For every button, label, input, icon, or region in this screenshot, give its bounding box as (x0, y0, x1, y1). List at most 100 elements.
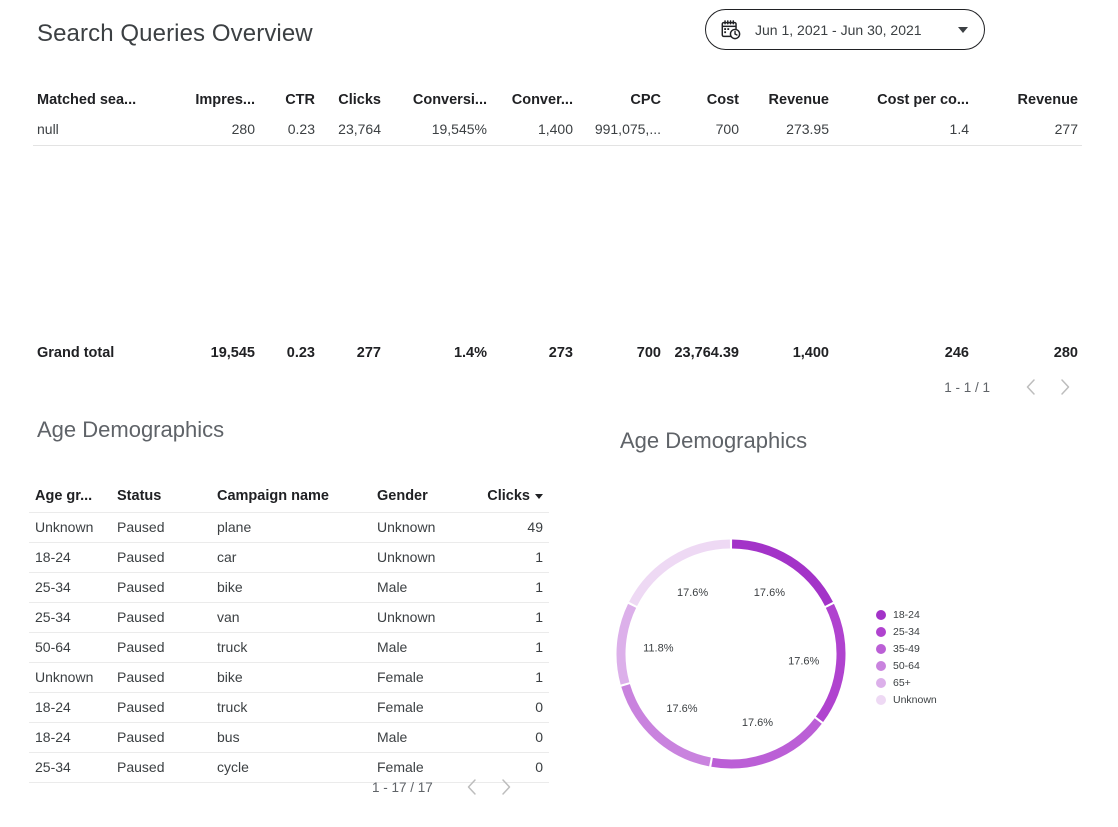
table-row[interactable]: 18-24 Paused bus Male 0 (29, 722, 549, 753)
grand-total-clicks: 277 (356, 345, 381, 361)
column-header-cost-per-conversion[interactable]: Cost per co... (833, 92, 973, 117)
pagination-label: 1 - 17 / 17 (372, 779, 433, 795)
cell-campaign-name: bus (211, 722, 371, 753)
cell-clicks: 0 (475, 722, 549, 753)
table-row[interactable]: 50-64 Paused truck Male 1 (29, 632, 549, 663)
column-header-revenue[interactable]: Revenue (743, 92, 833, 117)
donut-slice-65-[interactable] (616, 603, 637, 685)
column-header-status[interactable]: Status (111, 488, 211, 513)
legend-label: 35-49 (893, 643, 920, 655)
legend-label: Unknown (893, 694, 937, 706)
cell-gender: Female (371, 662, 475, 693)
column-header-matched-search[interactable]: Matched sea... (33, 92, 171, 117)
column-header-clicks-label: Clicks (487, 488, 530, 504)
cell-cost-per-conversion: 1.4 (833, 117, 973, 146)
cell-conversion-rate: 1,400 (491, 117, 577, 146)
date-range-picker[interactable]: Jun 1, 2021 - Jun 30, 2021 (705, 9, 985, 50)
legend-item[interactable]: 35-49 (876, 642, 937, 656)
pagination-label: 1 - 1 / 1 (944, 379, 990, 395)
pagination-prev-button[interactable] (455, 772, 489, 802)
search-queries-table: Matched sea... Impres... CTR Clicks Conv… (33, 92, 1082, 146)
age-demographics-donut-chart: 17.6% 17.6% 17.6% 17.6% 11.8% 17.6% (614, 524, 889, 784)
column-header-impressions[interactable]: Impres... (171, 92, 259, 117)
legend-item[interactable]: 18-24 (876, 608, 937, 622)
donut-slice-label: 17.6% (754, 587, 785, 599)
legend-color-swatch-icon (876, 627, 886, 637)
cell-status: Paused (111, 722, 211, 753)
cell-clicks: 1 (475, 542, 549, 573)
cell-gender: Male (371, 572, 475, 603)
column-header-conversion-rate[interactable]: Conver... (491, 92, 577, 117)
pagination-next-button[interactable] (489, 772, 523, 802)
cell-status: Paused (111, 662, 211, 693)
chevron-right-icon (502, 779, 511, 795)
cell-campaign-name: cycle (211, 752, 371, 783)
donut-slice-labels: 17.6% 17.6% 17.6% 17.6% 11.8% 17.6% (643, 587, 819, 729)
legend-item[interactable]: 25-34 (876, 625, 937, 639)
table-row[interactable]: 18-24 Paused car Unknown 1 (29, 542, 549, 573)
column-header-cost[interactable]: Cost (665, 92, 743, 117)
cell-status: Paused (111, 512, 211, 543)
table-row[interactable]: 25-34 Paused van Unknown 1 (29, 602, 549, 633)
column-header-clicks[interactable]: Clicks (319, 92, 385, 117)
legend-color-swatch-icon (876, 678, 886, 688)
legend-label: 65+ (893, 677, 911, 689)
page-title: Search Queries Overview (37, 20, 313, 47)
column-header-revenue-2[interactable]: Revenue (973, 92, 1082, 117)
cell-status: Paused (111, 632, 211, 663)
cell-age-group: 25-34 (29, 752, 111, 783)
column-header-clicks[interactable]: Clicks (475, 488, 549, 513)
age-demographics-table-title: Age Demographics (37, 417, 225, 442)
column-header-gender[interactable]: Gender (371, 488, 475, 513)
column-header-campaign-name[interactable]: Campaign name (211, 488, 371, 513)
grand-total-cost: 23,764.39 (674, 345, 739, 361)
legend-color-swatch-icon (876, 644, 886, 654)
legend-color-swatch-icon (876, 610, 886, 620)
cell-age-group: 25-34 (29, 572, 111, 603)
cell-age-group: 18-24 (29, 722, 111, 753)
cell-clicks: 23,764 (319, 117, 385, 146)
cell-revenue: 273.95 (743, 117, 833, 146)
grand-total-ctr: 0.23 (286, 345, 315, 361)
column-header-age-group[interactable]: Age gr... (29, 488, 111, 513)
donut-legend: 18-24 25-34 35-49 50-64 65+ Unknown (876, 608, 937, 707)
column-header-ctr[interactable]: CTR (259, 92, 319, 117)
chevron-down-icon (958, 26, 968, 33)
chevron-right-icon (1061, 379, 1070, 395)
sort-descending-icon (535, 493, 543, 499)
legend-label: 18-24 (893, 609, 920, 621)
donut-slice-25-34[interactable] (815, 603, 846, 722)
chevron-left-icon (467, 779, 476, 795)
legend-label: 50-64 (893, 660, 920, 672)
pagination-next-button[interactable] (1048, 372, 1082, 402)
age-demographics-table: Age gr... Status Campaign name Gender Cl… (29, 488, 549, 783)
table-header-row: Age gr... Status Campaign name Gender Cl… (29, 488, 549, 513)
legend-item[interactable]: 50-64 (876, 659, 937, 673)
age-demographics-table-body: Unknown Paused plane Unknown 49 18-24 Paused ca… (29, 512, 549, 783)
pagination-prev-button[interactable] (1014, 372, 1048, 402)
column-header-cpc[interactable]: CPC (577, 92, 665, 117)
cell-campaign-name: bike (211, 572, 371, 603)
table-row[interactable]: 18-24 Paused truck Female 0 (29, 692, 549, 723)
legend-item[interactable]: 65+ (876, 676, 937, 690)
age-demographics-chart-title: Age Demographics (620, 428, 808, 453)
cell-age-group: 18-24 (29, 542, 111, 573)
grand-total-conversions: 1.4% (453, 345, 487, 361)
cell-ctr: 0.23 (259, 117, 319, 146)
grand-total-label: Grand total (37, 345, 115, 361)
donut-slice-50-64[interactable] (621, 684, 711, 767)
cell-status: Paused (111, 542, 211, 573)
table-row[interactable]: 25-34 Paused bike Male 1 (29, 572, 549, 603)
cell-campaign-name: truck (211, 692, 371, 723)
table-row[interactable]: Unknown Paused bike Female 1 (29, 662, 549, 693)
table-row[interactable]: null 280 0.23 23,764 19,545% 1,400 991,0… (33, 117, 1082, 146)
table-row[interactable]: Unknown Paused plane Unknown 49 (29, 512, 549, 543)
donut-slice-label: 17.6% (677, 587, 708, 599)
cell-revenue-2: 277 (973, 117, 1082, 146)
column-header-conversions[interactable]: Conversi... (385, 92, 491, 117)
cell-status: Paused (111, 692, 211, 723)
search-queries-pagination: 1 - 1 / 1 (944, 372, 1082, 402)
legend-label: 25-34 (893, 626, 920, 638)
cell-campaign-name: car (211, 542, 371, 573)
legend-item[interactable]: Unknown (876, 693, 937, 707)
